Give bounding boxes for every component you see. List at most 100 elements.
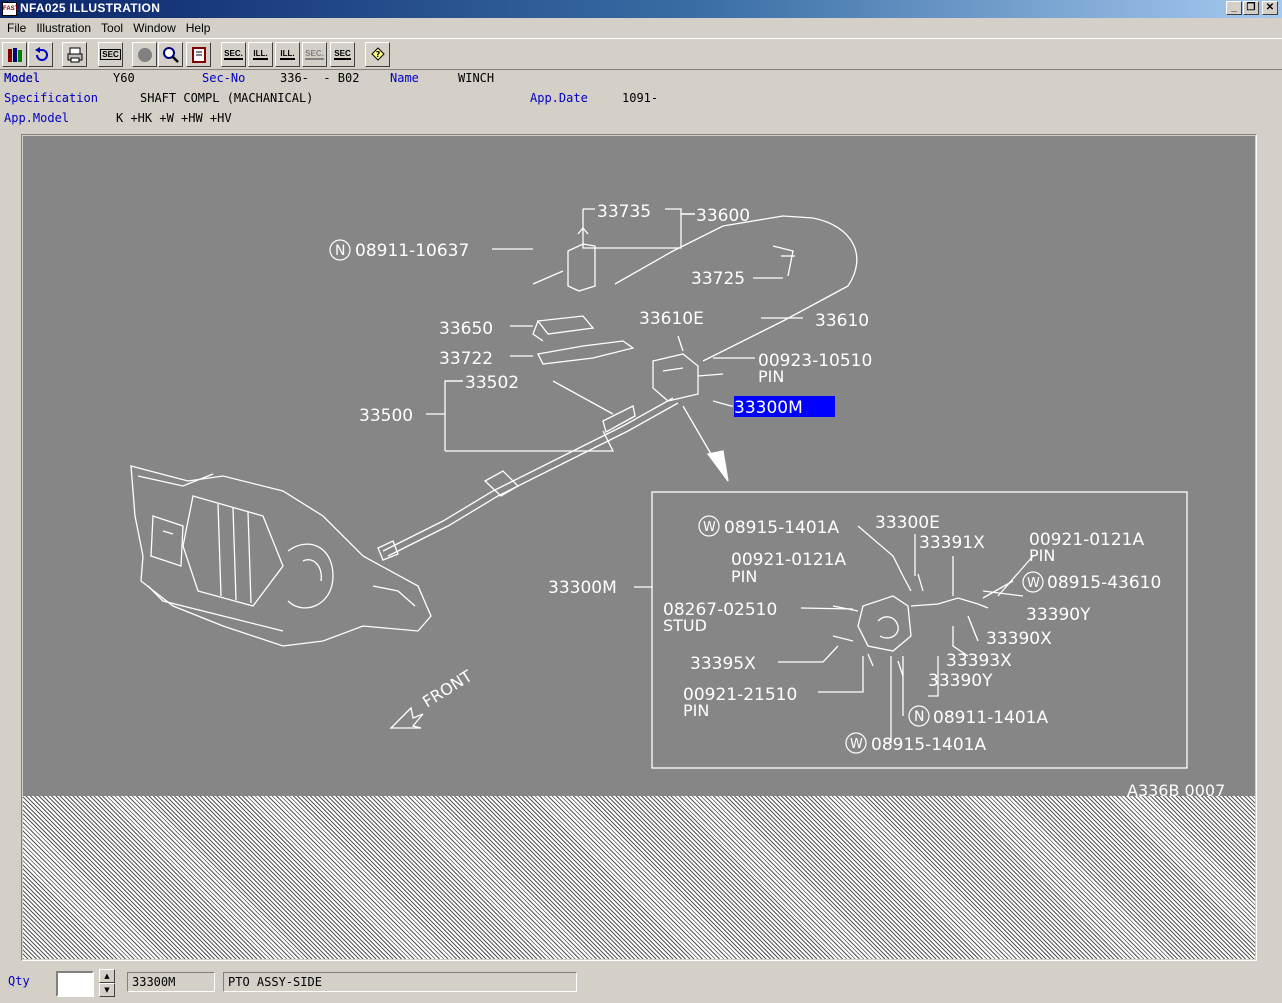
appmodel-label: App.Model — [4, 111, 70, 125]
illustration-ref-code: A336B 0007 — [1127, 781, 1225, 796]
name-label: Name — [390, 71, 419, 85]
label-33300M-detail[interactable]: 33300M — [548, 578, 617, 598]
illustration-panel: 33735 33600 N 08911-10637 33725 33650 33… — [21, 134, 1257, 961]
label-08911-1401A[interactable]: 08911-1401A — [933, 708, 1048, 728]
label-stud: STUD — [663, 616, 707, 635]
name-value: WINCH — [458, 71, 495, 85]
prev-illustration-button[interactable]: ILL. — [248, 42, 273, 67]
section-search-icon: SEC — [334, 49, 351, 60]
label-pin-1: PIN — [758, 367, 784, 386]
section-icon: SEC — [100, 49, 121, 60]
next-section-icon: SEC. — [305, 49, 324, 60]
circle-tool-button[interactable] — [132, 42, 157, 67]
label-33500[interactable]: 33500 — [359, 406, 413, 426]
spec-value: SHAFT COMPL (MACHANICAL) — [140, 91, 314, 105]
prev-illustration-icon: ILL. — [253, 49, 268, 60]
zoom-button[interactable] — [158, 42, 183, 67]
appdate-label: App.Date — [530, 91, 588, 105]
label-33391X[interactable]: 33391X — [919, 533, 985, 553]
label-08911-10637[interactable]: 08911-10637 — [355, 241, 469, 261]
secno-label: Sec-No — [202, 71, 246, 85]
label-front: FRONT — [419, 666, 476, 711]
title-bar: FAST NFA025 ILLUSTRATION _ ❐ ✕ — [0, 0, 1282, 18]
spec-label: Specification — [4, 91, 98, 105]
label-33722[interactable]: 33722 — [439, 349, 493, 369]
prev-section-button[interactable]: SEC. — [221, 42, 246, 67]
qty-label: Qty — [8, 974, 30, 988]
catalog-button[interactable] — [2, 42, 27, 67]
menu-window[interactable]: Window — [128, 21, 181, 35]
label-33725[interactable]: 33725 — [691, 269, 745, 289]
qty-up-button[interactable]: ▲ — [99, 969, 115, 983]
menu-bar: File Illustration Tool Window Help — [0, 18, 1282, 38]
menu-tool[interactable]: Tool — [96, 21, 128, 35]
app-icon: FAST — [2, 2, 18, 16]
catalog-icon — [7, 47, 22, 62]
book-icon — [191, 46, 206, 63]
parts-diagram: 33735 33600 N 08911-10637 33725 33650 33… — [130, 202, 1225, 796]
next-illustration-button[interactable]: ILL. — [275, 42, 300, 67]
menu-help[interactable]: Help — [181, 21, 216, 35]
section-button[interactable]: SEC — [98, 42, 123, 67]
section-search-button[interactable]: SEC — [330, 42, 355, 67]
label-33502[interactable]: 33502 — [465, 373, 519, 393]
qty-input[interactable] — [56, 971, 94, 997]
circle-w-2: W — [1027, 576, 1040, 591]
label-pin-left: PIN — [731, 567, 757, 586]
book-button[interactable] — [186, 42, 211, 67]
label-33390X[interactable]: 33390X — [986, 629, 1052, 649]
label-08915-1401A-a[interactable]: 08915-1401A — [724, 518, 839, 538]
circle-icon — [137, 47, 152, 62]
label-33610E[interactable]: 33610E — [639, 309, 704, 329]
toolbar: SEC SEC. ILL. ILL. SEC. SEC ? — [0, 38, 1282, 70]
label-pin-right: PIN — [1029, 546, 1055, 565]
label-33650[interactable]: 33650 — [439, 319, 493, 339]
help-icon: ? — [370, 46, 385, 61]
label-08915-1401A-b[interactable]: 08915-1401A — [871, 735, 986, 755]
appmodel-value: K +HK +W +HW +HV — [116, 111, 232, 125]
undo-button[interactable] — [28, 42, 53, 67]
next-section-button[interactable]: SEC. — [302, 42, 327, 67]
part-number-field: 33300M — [127, 972, 215, 992]
empty-area-hatch — [23, 796, 1255, 959]
model-value: Y60 — [113, 71, 135, 85]
printer-icon — [67, 47, 82, 62]
close-button[interactable]: ✕ — [1262, 1, 1278, 15]
model-label-text: Model — [4, 71, 41, 85]
menu-illustration[interactable]: Illustration — [31, 21, 96, 35]
circle-n-2: N — [914, 709, 924, 725]
minimize-button[interactable]: _ — [1226, 1, 1242, 15]
label-33600[interactable]: 33600 — [696, 206, 750, 226]
label-33300M-selected[interactable]: 33300M — [734, 398, 803, 418]
secno-value: 336- - B02 — [280, 71, 360, 85]
menu-file[interactable]: File — [2, 21, 31, 35]
info-row-1: Model — [4, 71, 40, 85]
label-33735[interactable]: 33735 — [597, 202, 651, 222]
illustration-drawing[interactable]: 33735 33600 N 08911-10637 33725 33650 33… — [23, 136, 1255, 796]
print-button[interactable] — [62, 42, 87, 67]
label-pin-bottom: PIN — [683, 701, 709, 720]
circle-n-1: N — [335, 243, 345, 259]
magnifier-icon — [162, 46, 179, 63]
restore-button[interactable]: ❐ — [1243, 1, 1259, 15]
help-button[interactable]: ? — [365, 42, 390, 67]
circle-w-3: W — [850, 737, 863, 752]
svg-text:?: ? — [375, 50, 380, 59]
prev-section-icon: SEC. — [224, 49, 243, 60]
label-33395X[interactable]: 33395X — [690, 654, 756, 674]
label-33610[interactable]: 33610 — [815, 311, 869, 331]
qty-down-button[interactable]: ▼ — [99, 983, 115, 997]
circle-w-1: W — [703, 520, 716, 535]
status-bar: Qty ▲ ▼ 33300M PTO ASSY-SIDE — [0, 964, 1282, 1003]
label-33390Y-b[interactable]: 33390Y — [928, 671, 993, 691]
label-33393X[interactable]: 33393X — [946, 651, 1012, 671]
window-title: NFA025 ILLUSTRATION — [20, 1, 161, 15]
part-name-field: PTO ASSY-SIDE — [223, 972, 577, 992]
label-33300E[interactable]: 33300E — [875, 513, 940, 533]
window-controls: _ ❐ ✕ — [1226, 1, 1278, 15]
appdate-value: 1091- — [622, 91, 659, 105]
next-illustration-icon: ILL. — [280, 49, 295, 60]
label-33390Y-a[interactable]: 33390Y — [1026, 605, 1091, 625]
undo-icon — [34, 46, 48, 61]
label-08915-43610[interactable]: 08915-43610 — [1047, 573, 1161, 593]
